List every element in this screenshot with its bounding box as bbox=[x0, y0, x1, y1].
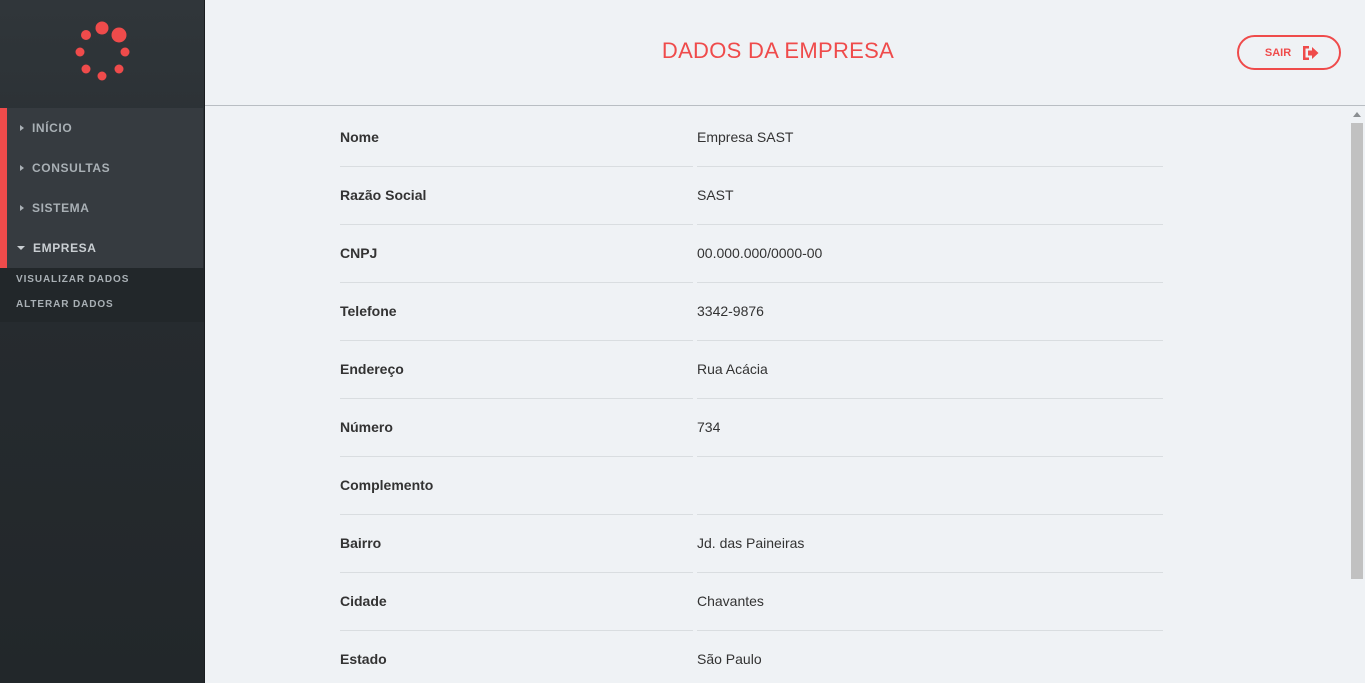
sidebar: INÍCIO CONSULTAS SISTEMA EMPRESA VISUALI… bbox=[0, 0, 205, 683]
field-label: Nome bbox=[340, 109, 693, 167]
sidebar-nav: INÍCIO CONSULTAS SISTEMA EMPRESA VISUALI… bbox=[0, 108, 204, 322]
field-value: Jd. das Paineiras bbox=[697, 515, 1163, 573]
sidebar-item-consultas[interactable]: CONSULTAS bbox=[0, 148, 203, 188]
field-value: 734 bbox=[697, 399, 1163, 457]
field-label: Bairro bbox=[340, 515, 693, 573]
field-value: SAST bbox=[697, 167, 1163, 225]
field-label: Endereço bbox=[340, 341, 693, 399]
table-row: Cidade Chavantes bbox=[340, 573, 1163, 631]
field-label: Estado bbox=[340, 631, 693, 683]
logout-label: SAIR bbox=[1264, 46, 1292, 59]
table-row: Estado São Paulo bbox=[340, 631, 1163, 683]
scrollbar-thumb[interactable] bbox=[1351, 123, 1363, 579]
field-label: Complemento bbox=[340, 457, 693, 515]
main-content: Nome Empresa SAST Razão Social SAST CNPJ… bbox=[205, 106, 1365, 683]
table-row: CNPJ 00.000.000/0000-00 bbox=[340, 225, 1163, 283]
field-value: 00.000.000/0000-00 bbox=[697, 225, 1163, 283]
table-row: Complemento bbox=[340, 457, 1163, 515]
field-value: Empresa SAST bbox=[697, 109, 1163, 167]
sidebar-item-label: CONSULTAS bbox=[32, 161, 111, 175]
table-row: Número 734 bbox=[340, 399, 1163, 457]
field-value: 3342-9876 bbox=[697, 283, 1163, 341]
sidebar-item-empresa[interactable]: EMPRESA bbox=[0, 228, 203, 268]
empresa-submenu: VISUALIZAR DADOS ALTERAR DADOS bbox=[0, 268, 204, 322]
logo-icon bbox=[75, 21, 130, 81]
field-value bbox=[697, 457, 1163, 515]
chevron-right-icon bbox=[20, 205, 24, 211]
page-title: DADOS DA EMPRESA bbox=[661, 38, 895, 63]
header: DADOS DA EMPRESA SAIR bbox=[205, 0, 1365, 106]
sign-out-icon bbox=[1303, 45, 1319, 60]
field-label: Telefone bbox=[340, 283, 693, 341]
scroll-up-arrow-icon[interactable] bbox=[1353, 112, 1361, 117]
chevron-down-icon bbox=[17, 246, 25, 250]
chevron-right-icon bbox=[20, 125, 24, 131]
table-row: Bairro Jd. das Paineiras bbox=[340, 515, 1163, 573]
submenu-item-alterar-dados[interactable]: ALTERAR DADOS bbox=[0, 297, 204, 322]
submenu-item-visualizar-dados[interactable]: VISUALIZAR DADOS bbox=[0, 272, 204, 297]
table-row: Razão Social SAST bbox=[340, 167, 1163, 225]
sidebar-item-inicio[interactable]: INÍCIO bbox=[0, 108, 203, 148]
table-row: Telefone 3342-9876 bbox=[340, 283, 1163, 341]
chevron-right-icon bbox=[20, 165, 24, 171]
logo-area bbox=[0, 0, 204, 106]
field-label: Razão Social bbox=[340, 167, 693, 225]
sidebar-item-label: INÍCIO bbox=[32, 121, 73, 135]
field-value: Chavantes bbox=[697, 573, 1163, 631]
company-data-table: Nome Empresa SAST Razão Social SAST CNPJ… bbox=[340, 109, 1163, 683]
logout-button[interactable]: SAIR bbox=[1237, 35, 1341, 70]
field-value: Rua Acácia bbox=[697, 341, 1163, 399]
field-label: CNPJ bbox=[340, 225, 693, 283]
vertical-scrollbar[interactable] bbox=[1350, 106, 1363, 683]
table-row: Nome Empresa SAST bbox=[340, 109, 1163, 167]
sidebar-item-label: EMPRESA bbox=[33, 241, 97, 255]
field-label: Número bbox=[340, 399, 693, 457]
sidebar-item-sistema[interactable]: SISTEMA bbox=[0, 188, 203, 228]
table-row: Endereço Rua Acácia bbox=[340, 341, 1163, 399]
sidebar-item-label: SISTEMA bbox=[32, 201, 90, 215]
field-label: Cidade bbox=[340, 573, 693, 631]
field-value: São Paulo bbox=[697, 631, 1163, 683]
